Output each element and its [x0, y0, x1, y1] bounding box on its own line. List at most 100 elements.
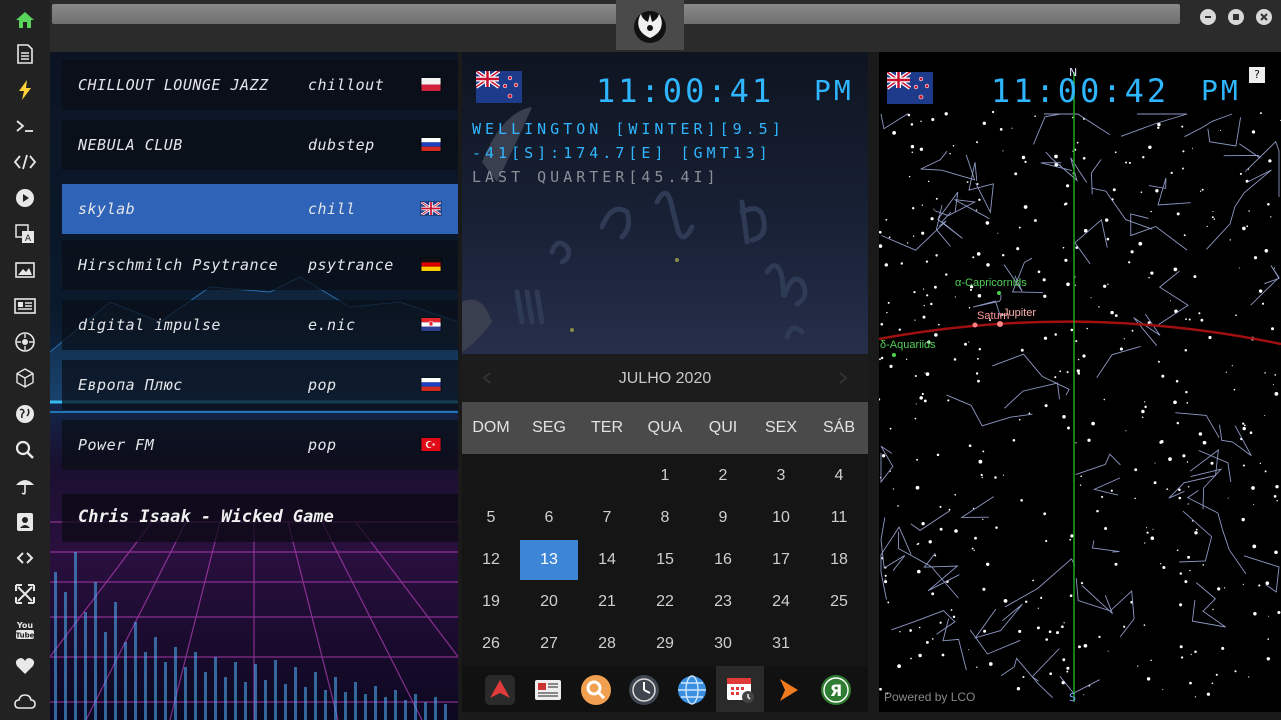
star: [1024, 160, 1027, 163]
star: [1028, 412, 1031, 415]
rebel-icon[interactable]: [13, 330, 37, 354]
star: [952, 145, 955, 147]
calendar-day[interactable]: 27: [520, 624, 578, 664]
calendar-day[interactable]: 18: [810, 540, 868, 580]
star: [982, 121, 986, 125]
station-row[interactable]: NEBULA CLUB dubstep: [62, 120, 458, 170]
calendar-day[interactable]: 9: [694, 498, 752, 538]
station-row-active[interactable]: skylab chill: [62, 184, 458, 234]
calendar-day[interactable]: 23: [694, 582, 752, 622]
home-icon[interactable]: [13, 8, 37, 32]
calendar-day[interactable]: 22: [636, 582, 694, 622]
play-icon[interactable]: [13, 186, 37, 210]
calendar-day[interactable]: 28: [578, 624, 636, 664]
calendar-day[interactable]: 4: [810, 456, 868, 496]
turkey-flag-icon: [420, 437, 442, 452]
calendar-day[interactable]: 8: [636, 498, 694, 538]
calendar-day[interactable]: 24: [752, 582, 810, 622]
star: [921, 522, 925, 526]
calendar-day[interactable]: 10: [752, 498, 810, 538]
flash-icon[interactable]: [13, 78, 37, 102]
expand-icon[interactable]: [13, 582, 37, 606]
calendar-day[interactable]: 30: [694, 624, 752, 664]
station-row[interactable]: Power FM pop: [62, 420, 458, 470]
calendar-day[interactable]: 12: [462, 540, 520, 580]
station-row[interactable]: Европа Плюс pop: [62, 360, 458, 410]
heart-icon[interactable]: [13, 654, 37, 678]
search-icon[interactable]: [13, 438, 37, 462]
rebel-logo-tab[interactable]: [616, 0, 684, 50]
play-app-icon[interactable]: [768, 670, 808, 710]
station-row[interactable]: CHILLOUT LOUNGE JAZZ chillout: [62, 60, 458, 110]
minimize-button[interactable]: [1200, 9, 1216, 25]
clock-app-icon[interactable]: [624, 670, 664, 710]
umbrella-icon[interactable]: [13, 474, 37, 498]
calendar-day[interactable]: 1: [636, 456, 694, 496]
translate-icon[interactable]: A: [13, 222, 37, 246]
calendar-day[interactable]: 21: [578, 582, 636, 622]
capricornids-label: α-Capricornids: [955, 277, 1027, 289]
next-month-icon[interactable]: [836, 371, 850, 385]
calendar-day-today[interactable]: 13: [520, 540, 578, 580]
star: [879, 230, 882, 234]
star: [885, 218, 888, 221]
star: [1233, 388, 1236, 391]
calendar-day[interactable]: 11: [810, 498, 868, 538]
globe-app-icon[interactable]: [672, 670, 712, 710]
contact-icon[interactable]: [13, 510, 37, 534]
calendar-day[interactable]: 16: [694, 540, 752, 580]
star: [935, 197, 938, 200]
calendar-day[interactable]: 3: [752, 456, 810, 496]
calendar-day[interactable]: 7: [578, 498, 636, 538]
star: [884, 263, 889, 267]
calendar-day[interactable]: 2: [694, 456, 752, 496]
calendar-day[interactable]: 19: [462, 582, 520, 622]
close-button[interactable]: [1256, 9, 1272, 25]
star: [1138, 241, 1143, 246]
star: [974, 536, 977, 540]
news-icon[interactable]: [13, 294, 37, 318]
calendar-day[interactable]: 6: [520, 498, 578, 538]
poland-flag-icon: [420, 77, 442, 92]
uk-flag-icon: [420, 201, 442, 216]
yandex-app-icon[interactable]: Я: [816, 670, 856, 710]
star: [1023, 205, 1028, 209]
station-row[interactable]: digital impulse e.nic: [62, 300, 458, 350]
cloud-icon[interactable]: [13, 690, 37, 714]
star: [1131, 329, 1134, 332]
calendar-day[interactable]: 15: [636, 540, 694, 580]
image-icon[interactable]: [13, 258, 37, 282]
document-icon[interactable]: [13, 42, 37, 66]
code-icon[interactable]: [13, 150, 37, 174]
terminal-icon[interactable]: [13, 114, 37, 138]
calendar-day[interactable]: 14: [578, 540, 636, 580]
star: [1211, 216, 1214, 219]
star: [1173, 400, 1177, 405]
link-icon[interactable]: [13, 546, 37, 570]
help-button[interactable]: ?: [1249, 67, 1265, 83]
calendar-day[interactable]: 26: [462, 624, 520, 664]
calendar-day[interactable]: 20: [520, 582, 578, 622]
calendar-day[interactable]: 31: [752, 624, 810, 664]
globe-icon[interactable]: [13, 402, 37, 426]
newspaper-app-icon[interactable]: [528, 670, 568, 710]
station-genre: psytrance: [308, 256, 394, 274]
sky-map-panel: 11:00:42 PM N S ? α-Capricornids Saturn …: [879, 52, 1281, 712]
arrow-app-icon[interactable]: [480, 670, 520, 710]
star: [976, 357, 979, 360]
calendar-day[interactable]: 25: [810, 582, 868, 622]
star: [1234, 670, 1237, 673]
calendar-day[interactable]: 17: [752, 540, 810, 580]
star: [931, 592, 935, 596]
star: [923, 288, 925, 290]
calendar-day[interactable]: 29: [636, 624, 694, 664]
youtube-icon[interactable]: You Tube: [13, 618, 37, 642]
maximize-button[interactable]: [1228, 9, 1244, 25]
station-row[interactable]: Hirschmilch Psytrance psytrance: [62, 240, 458, 290]
star: [887, 601, 890, 604]
cube-icon[interactable]: [13, 366, 37, 390]
calendar-day[interactable]: 5: [462, 498, 520, 538]
star: [1268, 159, 1272, 163]
search-app-icon[interactable]: [576, 670, 616, 710]
calendar-app-icon[interactable]: [716, 666, 764, 712]
